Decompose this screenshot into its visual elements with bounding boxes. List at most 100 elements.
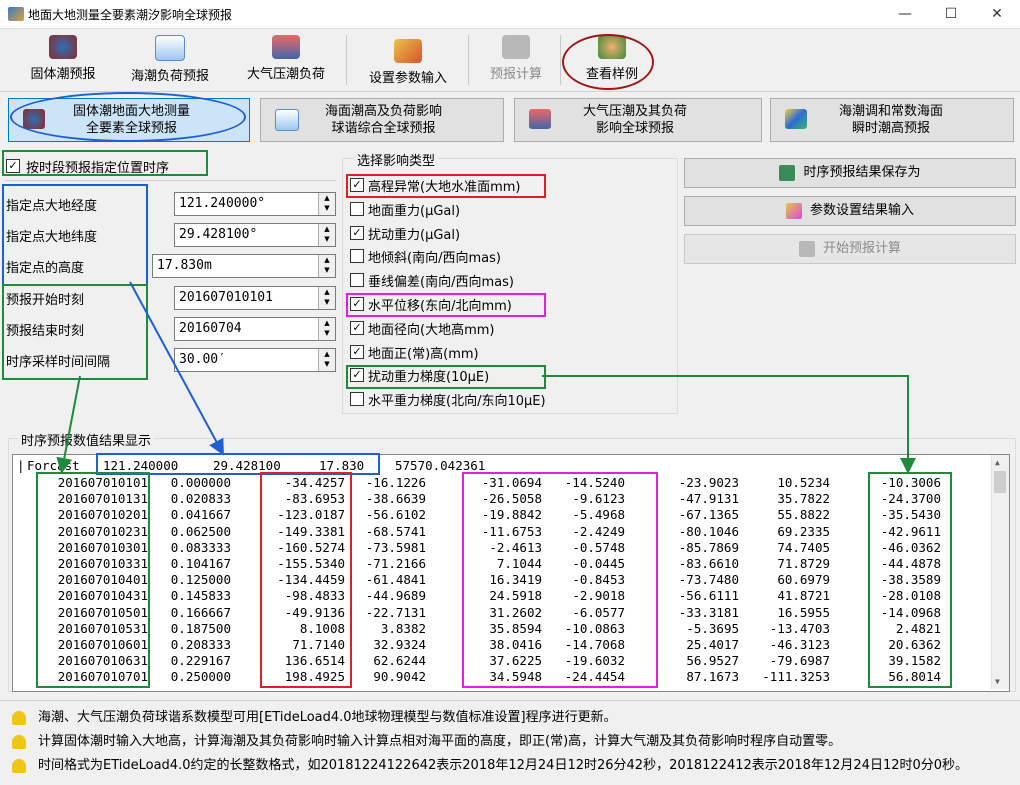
input-icon	[785, 202, 802, 219]
table-cell: 20.6362	[888, 637, 941, 652]
note-text: 计算固体潮时输入大地高，计算海潮及其负荷影响时输入计算点相对海平面的高度，即正(…	[38, 734, 842, 749]
toolbar-solid-tide-button[interactable]: 固体潮预报	[20, 33, 106, 87]
checkbox-label: 水平重力梯度(北向/东向10μE)	[368, 394, 546, 410]
app-icon	[8, 7, 24, 21]
wave-chart-icon	[275, 109, 299, 131]
checkbox-label: 高程异常(大地水准面mm)	[368, 180, 521, 195]
scroll-up-icon[interactable]: ▲	[995, 458, 1000, 467]
tab-harmonic-tide[interactable]: 海潮调和常数海面 瞬时潮高预报	[770, 98, 1014, 142]
tab-ocean-tide[interactable]: 海面潮高及负荷影响 球谐综合全球预报	[260, 98, 504, 142]
scroll-down-icon[interactable]: ▼	[995, 677, 1000, 686]
checkbox-box[interactable]: ✓	[350, 178, 364, 192]
laptop-icon	[502, 35, 530, 59]
checkbox-box[interactable]: ✓	[350, 297, 364, 311]
table-cell: -28.0108	[880, 588, 941, 604]
checkbox-box[interactable]: ✓	[6, 159, 20, 173]
checkbox-box[interactable]	[350, 201, 364, 216]
checkbox-box[interactable]: ✓	[350, 320, 364, 335]
note-item: 时间格式为ETideLoad4.0约定的长整数格式，如2018122412264…	[12, 754, 968, 776]
lat-value: 29.428100°	[179, 227, 258, 242]
effect-checkbox[interactable]: ✓ 水平位移(东向/北向mm)	[348, 292, 668, 314]
effect-checkbox[interactable]: ✓ 扰动重力(μGal)	[348, 221, 668, 243]
timeseries-checkbox[interactable]: ✓ 按时段预报指定位置时序	[6, 154, 206, 176]
window-title: 地面大地测量全要素潮汐影响全球预报	[28, 8, 233, 22]
input-params-button[interactable]: 参数设置结果输入	[684, 196, 1016, 226]
toolbar-compute-button[interactable]: 预报计算	[478, 33, 554, 87]
height-input[interactable]: 17.830m ▲ ▼	[152, 254, 336, 278]
end-time-input[interactable]: 20160704 ▲ ▼	[174, 317, 336, 341]
close-button[interactable]: ✕	[974, 0, 1020, 28]
spin-arrows-icon[interactable]: ▲ ▼	[318, 224, 335, 246]
compute-icon	[798, 240, 815, 257]
scroll-thumb[interactable]	[994, 471, 1006, 493]
divider	[4, 180, 336, 181]
button-label: 时序预报结果保存为	[803, 165, 921, 180]
checkbox-box[interactable]: ✓	[350, 368, 364, 383]
table-row: 201607010201 0.041667 -123.0187 -56.6102 -19…	[13, 507, 988, 523]
lon-input[interactable]: 121.240000° ▲ ▼	[174, 192, 336, 216]
header-prefix: Forcast	[27, 458, 80, 473]
toolbar-ocean-load-button[interactable]: 海潮负荷预报	[120, 33, 220, 87]
interval-input[interactable]: 30.00′ ▲ ▼	[174, 348, 336, 372]
spin-arrows-icon[interactable]: ▲ ▼	[318, 287, 335, 309]
tab-atmos-tide[interactable]: 大气压潮及其负荷 影响全球预报	[514, 98, 762, 142]
minimize-button[interactable]: —	[882, 0, 928, 28]
tab-label: 大气压潮及其负荷	[583, 104, 688, 119]
toolbar-settings-input-button[interactable]: 设置参数输入	[358, 37, 458, 91]
results-scrollbar[interactable]: ▲ ▼	[991, 455, 1009, 689]
checkbox-box[interactable]: ✓	[350, 344, 364, 359]
map-icon	[785, 109, 807, 129]
bell-icon	[12, 710, 26, 725]
table-row: 201607010601 0.208333 71.7140 32.9324 38.041…	[13, 637, 988, 653]
effect-checkbox[interactable]: 地面重力(μGal)	[348, 197, 668, 219]
checkbox-label: 扰动重力梯度(10μE)	[368, 370, 490, 386]
effect-checkbox[interactable]: ✓ 扰动重力梯度(10μE)	[348, 363, 668, 385]
table-row: 201607010501 0.166667 -49.9136 -22.7131 31.2…	[13, 605, 988, 621]
checkbox-box[interactable]	[350, 273, 364, 288]
bell-icon	[12, 734, 26, 749]
height-value: 17.830m	[157, 258, 212, 273]
tab-solid-tide[interactable]: 固体潮地面大地测量 全要素全球预报	[8, 98, 250, 142]
start-time-input[interactable]: 201607010101 ▲ ▼	[174, 286, 336, 310]
tab-label: 瞬时潮高预报	[852, 121, 931, 136]
toolbar-label: 预报计算	[489, 67, 542, 82]
toolbar-label: 设置参数输入	[368, 71, 447, 86]
table-row: 201607010101 0.000000 -34.4257 -16.1226 -31.…	[13, 475, 988, 491]
tab-label: 全要素全球预报	[86, 121, 178, 136]
person-icon	[598, 35, 626, 59]
spin-arrows-icon[interactable]: ▲ ▼	[318, 318, 335, 340]
header-height: 17.830	[319, 458, 365, 473]
effect-checkbox[interactable]: ✓ 地面正(常)高(mm)	[348, 340, 668, 362]
toolbar-separator	[468, 35, 469, 85]
checkbox-box[interactable]	[350, 392, 364, 407]
save-results-button[interactable]: 时序预报结果保存为	[684, 158, 1016, 188]
table-cell: -44.4878	[880, 556, 941, 571]
spin-arrows-icon[interactable]: ▲ ▼	[318, 193, 335, 215]
effect-checkbox[interactable]: ✓ 高程异常(大地水准面mm)	[348, 173, 668, 195]
effect-checkbox[interactable]: ✓ 地面径向(大地高mm)	[348, 316, 668, 338]
maximize-button[interactable]: ☐	[928, 0, 974, 28]
globe-icon	[49, 35, 77, 59]
table-cell: -24.3700	[880, 491, 941, 507]
lat-input[interactable]: 29.428100° ▲ ▼	[174, 223, 336, 247]
tab-label: 海潮调和常数海面	[839, 104, 944, 119]
start-compute-button[interactable]: 开始预报计算	[684, 234, 1016, 264]
effect-checkbox[interactable]: 地倾斜(南向/西向mas)	[348, 244, 668, 266]
checkbox-box[interactable]: ✓	[350, 225, 364, 240]
effect-checkbox[interactable]: 垂线偏差(南向/西向mas)	[348, 268, 668, 290]
spin-arrows-icon[interactable]: ▲ ▼	[318, 349, 335, 371]
table-row: 201607010401 0.125000 -134.4459 -61.4841 16.…	[13, 572, 988, 588]
toolbar-label: 大气压潮负荷	[246, 67, 325, 82]
results-textbox[interactable]: | Forcast 121.240000 29.428100 17.830 57…	[12, 454, 1010, 692]
wave-chart-icon	[155, 35, 185, 61]
table-row: 201607010131 0.020833 -83.6953 -38.6639 -26.…	[13, 491, 988, 507]
toolbar-atmos-load-button[interactable]: 大气压潮负荷	[236, 33, 336, 87]
spin-arrows-icon[interactable]: ▲ ▼	[318, 255, 335, 277]
note-item: 计算固体潮时输入大地高，计算海潮及其负荷影响时输入计算点相对海平面的高度，即正(…	[12, 730, 841, 752]
toolbar-view-example-button[interactable]: 查看样例	[572, 33, 652, 87]
header-lon: 121.240000	[103, 458, 179, 473]
start-time-value: 201607010101	[179, 290, 273, 305]
effect-checkbox[interactable]: 水平重力梯度(北向/东向10μE)	[348, 387, 668, 409]
table-row: 201607010301 0.083333 -160.5274 -73.5981 -2.…	[13, 540, 988, 556]
checkbox-box[interactable]	[350, 249, 364, 264]
